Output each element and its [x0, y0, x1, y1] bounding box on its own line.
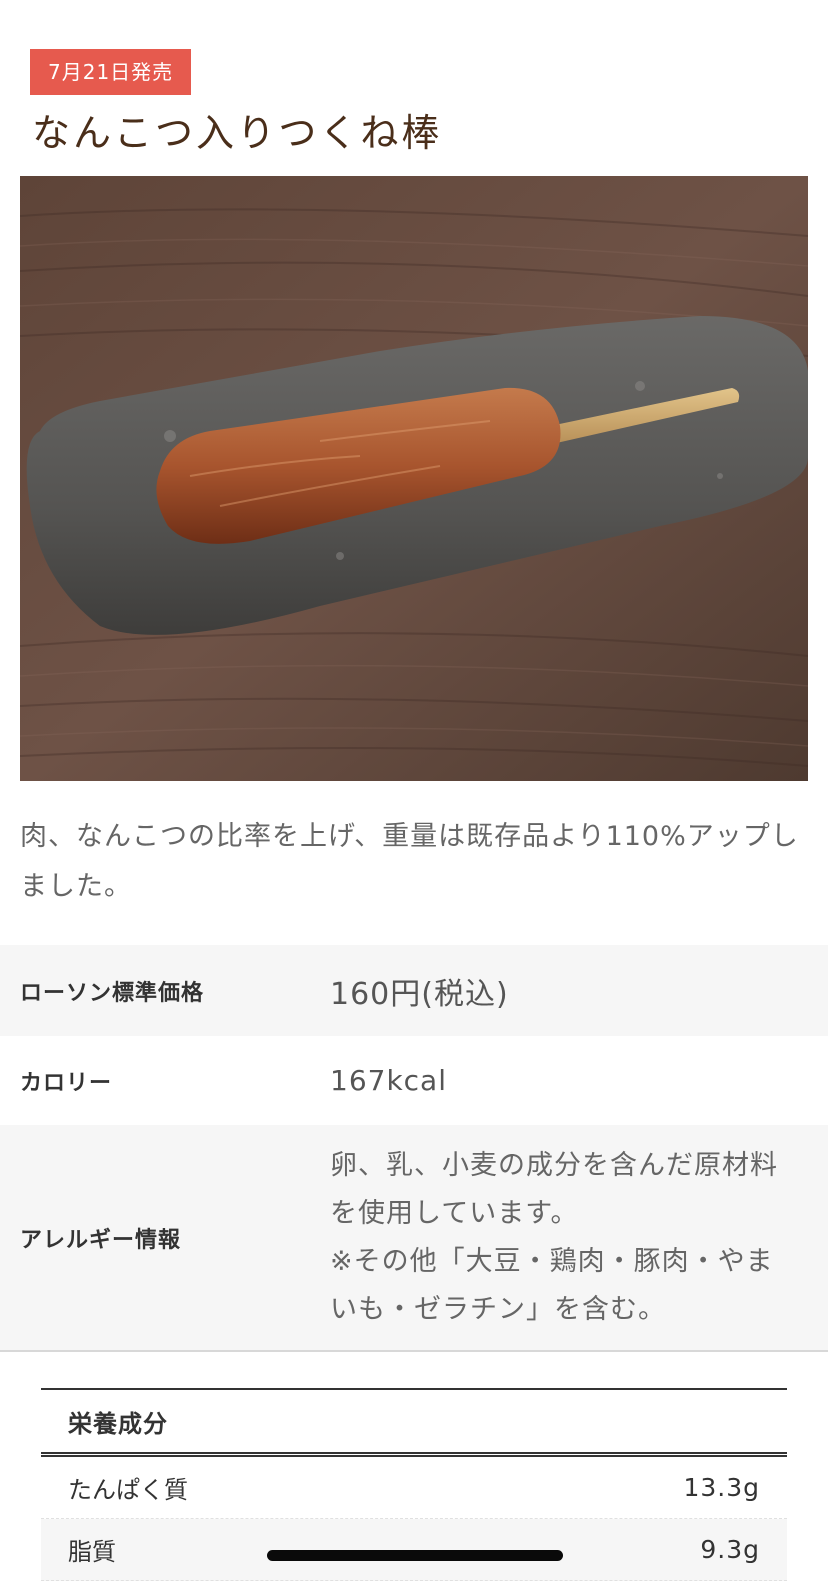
allergy-other-text: ※その他「大豆・鶏肉・豚肉・やまいも・ゼラチン」を含む。 [330, 1245, 774, 1325]
product-photo [20, 176, 808, 781]
price-row: ローソン標準価格 160円(税込) [0, 945, 828, 1036]
nutrition-value: 13.3g [683, 1473, 760, 1502]
product-description: 肉、なんこつの比率を上げ、重量は既存品より110%アップしました。 [20, 821, 799, 902]
allergy-value: 卵、乳、小麦の成分を含んだ原材料を使用しています。 ※その他「大豆・鶏肉・豚肉・… [330, 1142, 828, 1334]
price-value: 160円(税込) [330, 976, 509, 1012]
nutrition-name: 脂質 [68, 1538, 116, 1566]
calorie-row: カロリー 167kcal [0, 1036, 828, 1125]
nutrition-row-protein: たんぱく質 13.3g [41, 1457, 787, 1519]
home-indicator[interactable] [267, 1550, 563, 1561]
product-info-table: ローソン標準価格 160円(税込) カロリー 167kcal アレルギー情報 卵… [0, 945, 828, 1352]
price-label: ローソン標準価格 [20, 980, 205, 1006]
nutrition-header: 栄養成分 [41, 1390, 787, 1457]
product-title: なんこつ入りつくね棒 [32, 111, 443, 155]
nutrition-name: たんぱく質 [68, 1476, 188, 1504]
allergy-label: アレルギー情報 [20, 1227, 182, 1253]
nutrition-value: 9.3g [700, 1535, 760, 1564]
allergy-main-text: 卵、乳、小麦の成分を含んだ原材料を使用しています。 [330, 1149, 778, 1229]
release-date-badge: 7月21日発売 [30, 49, 192, 95]
calorie-label: カロリー [20, 1070, 113, 1096]
allergy-row: アレルギー情報 卵、乳、小麦の成分を含んだ原材料を使用しています。 ※その他「大… [0, 1125, 828, 1350]
calorie-value: 167kcal [330, 1064, 447, 1097]
